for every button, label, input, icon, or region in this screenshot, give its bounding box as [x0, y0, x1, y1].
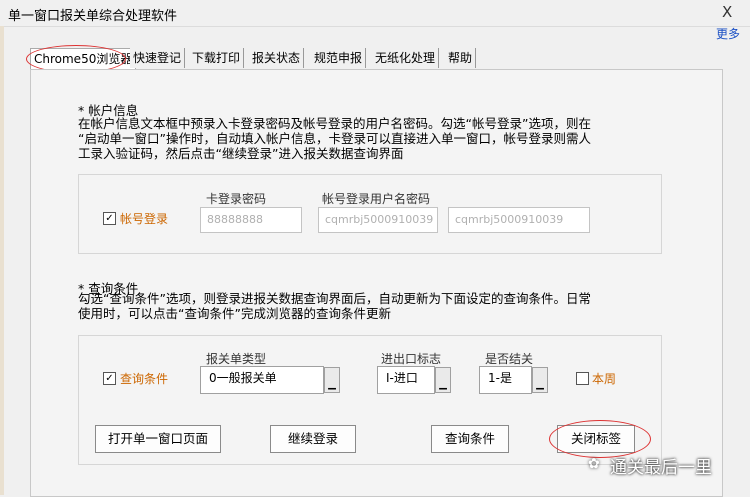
open-single-window-button[interactable]: 打开单一窗口页面	[95, 425, 221, 453]
account-login-label: 帐号登录	[120, 212, 169, 226]
account-credentials-label: 帐号登录用户名密码	[322, 192, 431, 206]
declaration-type-label: 报关单类型	[206, 352, 267, 366]
account-desc-line1: 在帐户信息文本框中预录入卡登录密码及帐号登录的用户名密码。勾选“帐号登录”选项，…	[78, 116, 591, 131]
this-week-label: 本周	[592, 372, 617, 386]
continue-login-button[interactable]: 继续登录	[270, 425, 356, 453]
declaration-type-select[interactable]: 0一般报关单	[200, 366, 324, 394]
account-desc-line3: 工录入验证码，然后点击“继续登录”进入报关数据查询界面	[78, 146, 404, 161]
close-icon[interactable]: X	[722, 3, 732, 21]
password-field[interactable]: cqmrbj5000910039	[448, 207, 590, 233]
card-password-field[interactable]: 88888888	[200, 207, 302, 233]
query-desc-line1: 勾选“查询条件”选项，则登录进报关数据查询界面后，自动更新为下面设定的查询条件。…	[78, 291, 591, 306]
tab-quick-register[interactable]: 快速登记	[130, 48, 186, 68]
wechat-icon: ✿	[588, 456, 600, 472]
account-desc-line2: “启动单一窗口”操作时，自动填入帐户信息，卡登录可以直接进入单一窗口，帐号登录则…	[78, 131, 591, 146]
this-week-checkbox[interactable]	[576, 372, 589, 385]
tab-standard-declare[interactable]: 规范申报	[311, 48, 367, 68]
tab-customs-status[interactable]: 报关状态	[249, 48, 305, 68]
customs-closed-label: 是否结关	[485, 352, 534, 366]
tab-paperless[interactable]: 无纸化处理	[372, 48, 440, 68]
customs-closed-dropdown-button[interactable]: ▁	[532, 367, 548, 393]
username-field[interactable]: cqmrbj5000910039	[318, 207, 438, 233]
customs-closed-select[interactable]: 1-是	[479, 366, 532, 394]
query-condition-label: 查询条件	[120, 372, 169, 386]
window-title: 单一窗口报关单综合处理软件	[8, 9, 178, 24]
background-strip	[0, 26, 4, 495]
tab-help[interactable]: 帮助	[445, 48, 477, 68]
query-condition-checkbox[interactable]: ✓	[103, 372, 116, 385]
import-export-dropdown-button[interactable]: ▁	[435, 367, 451, 393]
account-login-checkbox[interactable]: ✓	[103, 212, 116, 225]
import-export-label: 进出口标志	[381, 352, 442, 366]
tab-download-print[interactable]: 下载打印	[189, 48, 245, 68]
watermark-text: 通关最后一里	[610, 458, 712, 478]
import-export-select[interactable]: I-进口	[377, 366, 435, 394]
card-password-label: 卡登录密码	[206, 192, 267, 206]
more-link[interactable]: 更多	[716, 25, 740, 42]
query-condition-button[interactable]: 查询条件	[431, 425, 509, 453]
query-desc-line2: 使用时，可以点击“查询条件”完成浏览器的查询条件更新	[78, 306, 391, 321]
declaration-type-dropdown-button[interactable]: ▁	[324, 367, 340, 393]
